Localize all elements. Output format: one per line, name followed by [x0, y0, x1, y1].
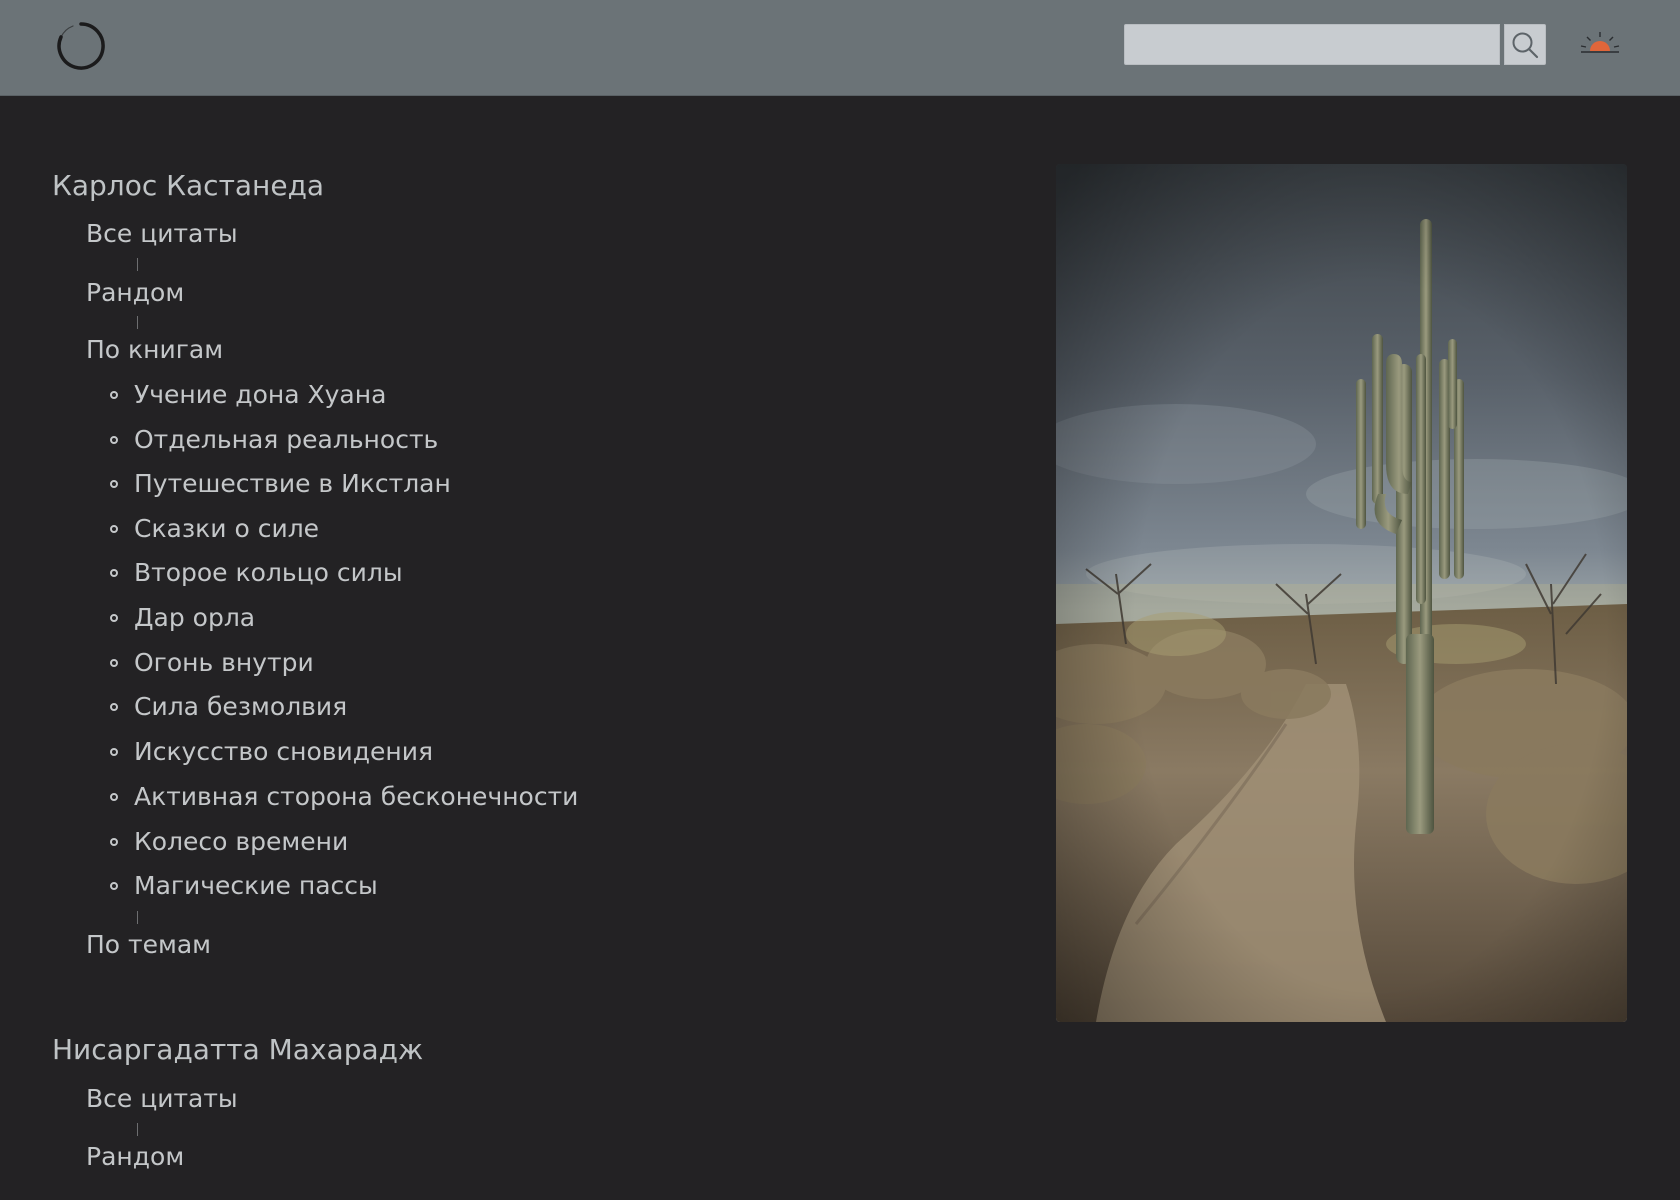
- book-list-item[interactable]: Дар орла: [110, 605, 255, 630]
- book-link[interactable]: Искусство сновидения: [134, 739, 433, 764]
- book-list-item[interactable]: Огонь внутри: [110, 650, 314, 675]
- circle-bullet-icon: [110, 747, 118, 756]
- circle-bullet-icon: [110, 479, 118, 488]
- book-link[interactable]: Колесо времени: [134, 829, 348, 854]
- book-list-item[interactable]: Магические пассы: [110, 873, 378, 898]
- book-link[interactable]: Учение дона Хуана: [134, 382, 386, 407]
- nisargadatta-all-quotes-link[interactable]: Все цитаты: [86, 1086, 238, 1111]
- book-list-item[interactable]: Искусство сновидения: [110, 739, 433, 764]
- book-list-item[interactable]: Сила безмолвия: [110, 694, 347, 719]
- circle-bullet-icon: [110, 435, 118, 444]
- circle-bullet-icon: [110, 792, 118, 801]
- separator: [137, 1123, 138, 1136]
- search-icon: [1512, 32, 1539, 58]
- book-link[interactable]: Путешествие в Икстлан: [134, 471, 451, 496]
- circle-bullet-icon: [110, 837, 118, 846]
- loading-circle-icon[interactable]: [55, 20, 107, 72]
- search-input[interactable]: [1124, 24, 1500, 65]
- castaneda-by-books-link[interactable]: По книгам: [86, 337, 223, 362]
- book-link[interactable]: Активная сторона бесконечности: [134, 784, 578, 809]
- book-list-item[interactable]: Сказки о силе: [110, 516, 319, 541]
- top-navbar: [0, 0, 1680, 96]
- author-castaneda-heading[interactable]: Карлос Кастанеда: [52, 172, 324, 200]
- circle-bullet-icon: [110, 658, 118, 667]
- book-list-item[interactable]: Отдельная реальность: [110, 427, 438, 452]
- circle-bullet-icon: [110, 524, 118, 533]
- theme-toggle-button[interactable]: [1578, 26, 1622, 62]
- circle-bullet-icon: [110, 881, 118, 890]
- search-button[interactable]: [1504, 24, 1546, 65]
- desert-cactus-photo: [1056, 164, 1627, 1022]
- author-nisargadatta-heading[interactable]: Нисаргадатта Махарадж: [52, 1036, 423, 1064]
- book-link[interactable]: Сказки о силе: [134, 516, 319, 541]
- book-link[interactable]: Второе кольцо силы: [134, 560, 403, 585]
- book-list-item[interactable]: Учение дона Хуана: [110, 382, 386, 407]
- book-list-item[interactable]: Второе кольцо силы: [110, 560, 403, 585]
- book-list-item[interactable]: Колесо времени: [110, 829, 348, 854]
- book-link[interactable]: Дар орла: [134, 605, 255, 630]
- book-link[interactable]: Огонь внутри: [134, 650, 314, 675]
- separator: [137, 911, 138, 924]
- book-link[interactable]: Магические пассы: [134, 873, 378, 898]
- castaneda-all-quotes-link[interactable]: Все цитаты: [86, 221, 238, 246]
- circle-bullet-icon: [110, 702, 118, 711]
- sunset-icon: [1580, 32, 1620, 53]
- separator: [137, 316, 138, 329]
- nisargadatta-random-link[interactable]: Рандом: [86, 1144, 184, 1169]
- book-list-item[interactable]: Активная сторона бесконечности: [110, 784, 578, 809]
- book-list-item[interactable]: Путешествие в Икстлан: [110, 471, 451, 496]
- book-link[interactable]: Отдельная реальность: [134, 427, 438, 452]
- castaneda-by-topics-link[interactable]: По темам: [86, 932, 211, 957]
- circle-bullet-icon: [110, 390, 118, 399]
- circle-bullet-icon: [110, 568, 118, 577]
- circle-bullet-icon: [110, 613, 118, 622]
- book-link[interactable]: Сила безмолвия: [134, 694, 347, 719]
- separator: [137, 258, 138, 271]
- castaneda-random-link[interactable]: Рандом: [86, 280, 184, 305]
